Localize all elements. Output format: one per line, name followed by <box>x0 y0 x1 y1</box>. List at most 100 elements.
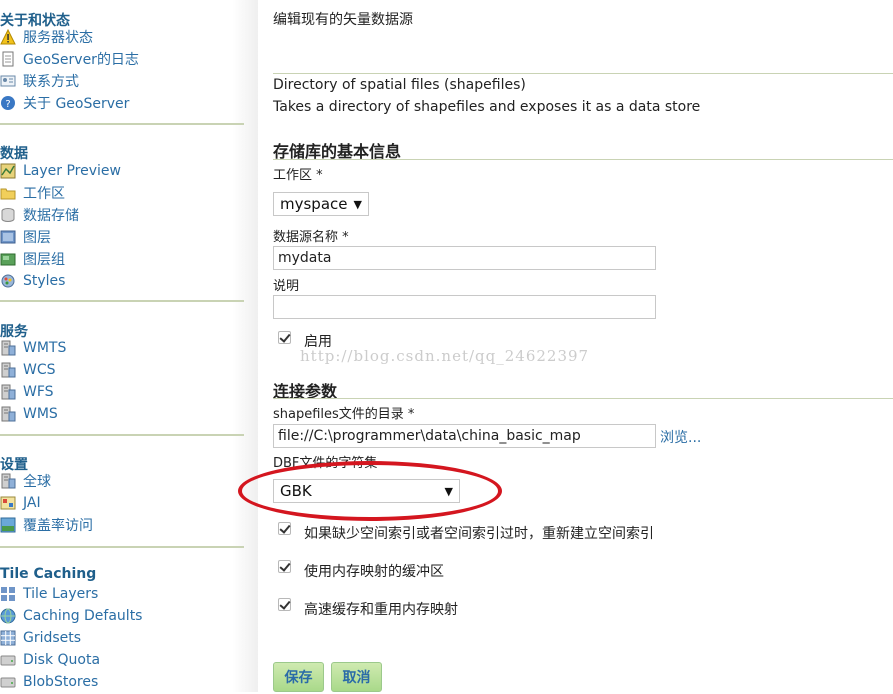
shapefile-dir-input[interactable]: file://C:\programmer\data\china_basic_ma… <box>273 424 656 448</box>
memory-mapped-buffer-label: 使用内存映射的缓冲区 <box>304 564 444 580</box>
divider <box>273 159 893 160</box>
svg-text:?: ? <box>5 99 10 110</box>
sidebar-item[interactable]: Gridsets <box>0 628 81 648</box>
sidebar-item[interactable]: 数据存储 <box>0 205 79 225</box>
sidebar-item[interactable]: 覆盖率访问 <box>0 515 93 535</box>
sidebar-item[interactable]: BlobStores <box>0 672 98 692</box>
description-label: 说明 <box>273 279 300 294</box>
server-icon <box>0 340 16 356</box>
page-title: 编辑现有的矢量数据源 <box>273 12 413 28</box>
workspace-select-value: myspace <box>280 195 348 213</box>
sidebar-item-label: WMS <box>23 406 58 422</box>
enabled-checkbox[interactable] <box>278 331 291 344</box>
layer-icon <box>0 229 16 245</box>
workspace-select[interactable]: myspace ▼ <box>273 192 369 216</box>
save-button[interactable]: 保存 <box>273 662 324 692</box>
server-icon <box>0 473 16 489</box>
sidebar-item-label: WFS <box>23 384 54 400</box>
sidebar-item[interactable]: ? 关于 GeoServer <box>0 93 129 113</box>
sidebar-item[interactable]: Tile Layers <box>0 584 98 604</box>
store-type-description: Takes a directory of shapefiles and expo… <box>273 99 701 115</box>
sidebar-item[interactable]: 图层组 <box>0 249 65 269</box>
sidebar-item[interactable]: 服务器状态 <box>0 27 93 47</box>
sidebar-item-label: Disk Quota <box>23 652 101 668</box>
warning-icon <box>0 28 16 45</box>
sidebar-divider <box>0 300 244 302</box>
memory-mapped-buffer-checkbox[interactable] <box>278 560 291 573</box>
sidebar-item[interactable]: Styles <box>0 271 65 291</box>
shapefile-dir-label: shapefiles文件的目录 * <box>273 407 415 422</box>
disk-icon <box>0 674 16 690</box>
sidebar-section-title: Tile Caching <box>0 566 97 582</box>
main-content: 编辑现有的矢量数据源 Directory of spatial files (s… <box>238 0 893 692</box>
grid-icon <box>0 630 16 646</box>
sidebar-item-label: 全球 <box>23 474 51 490</box>
sidebar-item[interactable]: GeoServer的日志 <box>0 49 139 69</box>
document-icon <box>0 51 16 67</box>
sidebar-item[interactable]: Caching Defaults <box>0 606 142 626</box>
sidebar-item[interactable]: 工作区 <box>0 183 65 203</box>
sidebar-item-label: 图层 <box>23 230 51 246</box>
sidebar-item[interactable]: WMS <box>0 404 58 424</box>
sidebar-item-label: Caching Defaults <box>23 608 143 624</box>
tiles-icon <box>0 586 16 602</box>
sidebar-item-label: GeoServer的日志 <box>23 52 139 68</box>
sidebar-item[interactable]: WCS <box>0 360 56 380</box>
sidebar-section-title: 数据 <box>0 146 28 162</box>
browse-link[interactable]: 浏览... <box>660 427 701 447</box>
database-icon <box>0 207 16 223</box>
coverage-icon <box>0 517 16 533</box>
watermark: http://blog.csdn.net/qq_24622397 <box>300 347 590 365</box>
sidebar-item[interactable]: JAI <box>0 493 41 513</box>
store-name-input[interactable]: mydata <box>273 246 656 270</box>
server-icon <box>0 406 16 422</box>
sidebar-item[interactable]: 全球 <box>0 471 51 491</box>
sidebar-item-label: 工作区 <box>23 186 65 202</box>
folder-icon <box>0 185 16 201</box>
sidebar-item-label: BlobStores <box>23 674 99 690</box>
sidebar-item-label: 服务器状态 <box>23 30 93 46</box>
sidebar-item[interactable]: 联系方式 <box>0 71 79 91</box>
sidebar-item-label: Layer Preview <box>23 163 121 179</box>
sidebar-item-label: 关于 GeoServer <box>23 96 130 112</box>
sidebar-divider <box>0 546 244 548</box>
sidebar-item[interactable]: WMTS <box>0 338 66 358</box>
sidebar-item-label: WCS <box>23 362 56 378</box>
cache-memory-maps-label: 高速缓存和重用内存映射 <box>304 602 458 618</box>
description-input[interactable] <box>273 295 656 319</box>
layer-group-icon <box>0 251 16 267</box>
sidebar: 关于和状态 服务器状态 GeoServer的日志 联系方式? 关于 GeoServer 数… <box>0 0 258 692</box>
workspace-label: 工作区 * <box>273 168 323 183</box>
sidebar-item-label: 图层组 <box>23 252 65 268</box>
cancel-button[interactable]: 取消 <box>331 662 382 692</box>
sidebar-divider <box>0 123 244 125</box>
help-icon: ? <box>0 95 16 111</box>
sidebar-item-label: Gridsets <box>23 630 82 646</box>
store-name-label: 数据源名称 * <box>273 230 349 245</box>
disk-icon <box>0 652 16 668</box>
server-icon <box>0 362 16 378</box>
divider <box>273 398 893 399</box>
rebuild-index-label: 如果缺少空间索引或者空间索引过时，重新建立空间索引 <box>304 526 654 542</box>
sidebar-item[interactable]: Layer Preview <box>0 161 121 181</box>
server-icon <box>0 384 16 400</box>
divider <box>273 73 893 74</box>
highlight-ellipse <box>238 461 502 521</box>
sidebar-item-label: WMTS <box>23 340 67 356</box>
sidebar-item-label: 覆盖率访问 <box>23 518 93 534</box>
cache-memory-maps-checkbox[interactable] <box>278 598 291 611</box>
map-preview-icon <box>0 163 16 179</box>
sidebar-item[interactable]: Disk Quota <box>0 650 100 670</box>
sidebar-item[interactable]: 图层 <box>0 227 51 247</box>
globe-icon <box>0 608 16 624</box>
sidebar-item-label: JAI <box>23 495 41 511</box>
sidebar-item-label: 数据存储 <box>23 208 79 224</box>
rebuild-index-checkbox[interactable] <box>278 522 291 535</box>
style-icon <box>0 273 16 289</box>
store-type-title: Directory of spatial files (shapefiles) <box>273 77 526 93</box>
sidebar-item[interactable]: WFS <box>0 382 54 402</box>
contact-card-icon <box>0 73 16 89</box>
sidebar-divider <box>0 434 244 436</box>
sidebar-item-label: 联系方式 <box>23 74 79 90</box>
dropdown-arrow-icon: ▼ <box>353 197 362 211</box>
